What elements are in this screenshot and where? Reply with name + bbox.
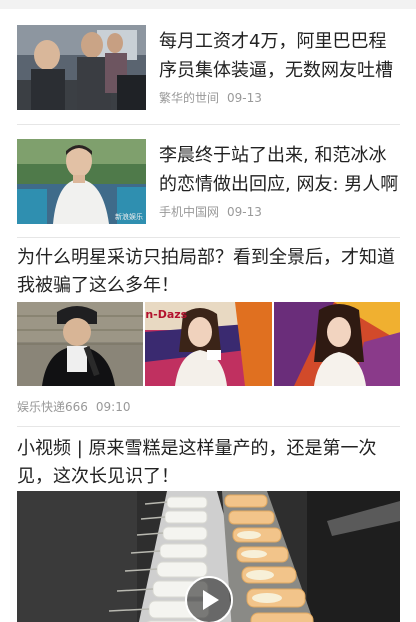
news-item-2[interactable]: 新浪娱乐 李晨终于站了出来, 和范冰冰的恋情做出回应, 网友: 男人啊 手机中国… <box>17 139 400 225</box>
news-title-1[interactable]: 每月工资才4万，阿里巴巴程序员集体装逼，无数网友吐槽 <box>159 27 401 85</box>
news-date-1: 09-13 <box>227 91 262 105</box>
top-strip <box>0 0 416 9</box>
news-title-2[interactable]: 李晨终于站了出来, 和范冰冰的恋情做出回应, 网友: 男人啊 <box>159 141 401 199</box>
news-image-3c[interactable] <box>273 302 400 386</box>
news-image-3a[interactable] <box>17 302 144 386</box>
news-thumbnail-1[interactable] <box>17 25 146 110</box>
news-item-4[interactable]: 小视频 | 原来雪糕是这样量产的，还是第一次见，这次长见识了！ <box>17 435 400 622</box>
video-thumbnail[interactable] <box>17 491 400 622</box>
play-button[interactable] <box>186 577 232 622</box>
image-logo-text: n-Dazs <box>145 308 188 321</box>
news-meta-1: 繁华的世间 09-13 <box>159 89 262 106</box>
news-meta-3: 娱乐快递666 09:10 <box>17 398 131 415</box>
news-source-2: 手机中国网 <box>159 205 220 219</box>
news-title-4[interactable]: 小视频 | 原来雪糕是这样量产的，还是第一次见，这次长见识了！ <box>17 435 400 491</box>
news-source-3: 娱乐快递666 <box>17 400 88 414</box>
news-title-3[interactable]: 为什么明星采访只拍局部？看到全景后，才知道我被骗了这么多年！ <box>17 244 400 300</box>
image-watermark: 新浪娱乐 <box>115 213 143 221</box>
news-date-2: 09-13 <box>227 205 262 219</box>
news-source-1: 繁华的世间 <box>159 91 220 105</box>
news-item-3[interactable]: 为什么明星采访只拍局部？看到全景后，才知道我被骗了这么多年！ n-Dazs 娱乐… <box>17 244 400 416</box>
separator <box>17 237 400 238</box>
news-meta-2: 手机中国网 09-13 <box>159 203 262 220</box>
separator <box>17 124 400 125</box>
separator <box>17 426 400 427</box>
news-date-3: 09:10 <box>95 400 131 414</box>
news-item-1[interactable]: 每月工资才4万，阿里巴巴程序员集体装逼，无数网友吐槽 繁华的世间 09-13 <box>17 25 400 111</box>
news-image-3b[interactable]: n-Dazs <box>145 302 272 386</box>
news-images-3[interactable]: n-Dazs <box>17 302 400 386</box>
news-thumbnail-2[interactable]: 新浪娱乐 <box>17 139 146 224</box>
